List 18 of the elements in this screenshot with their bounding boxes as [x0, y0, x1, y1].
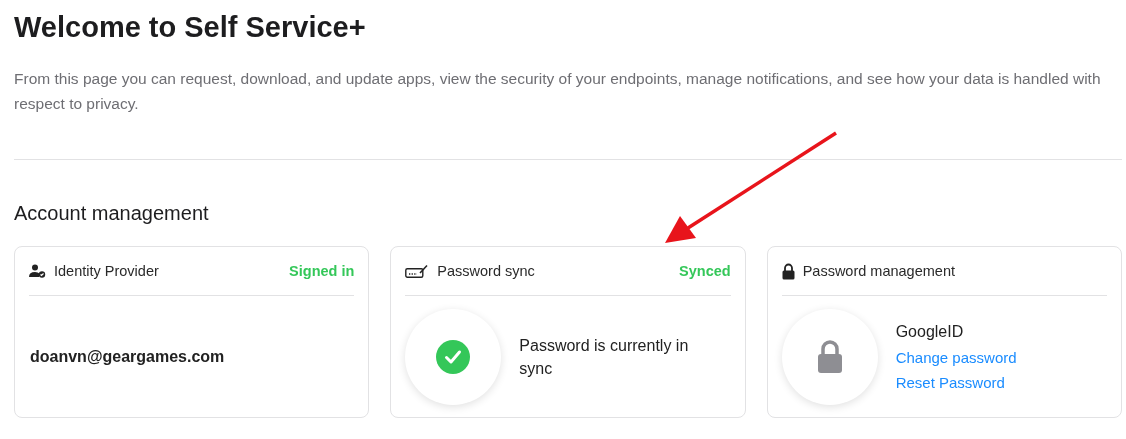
- sync-message: Password is currently in sync: [519, 335, 690, 379]
- page-title: Welcome to Self Service+: [14, 10, 367, 44]
- password-link[interactable]: Reset Password: [895, 373, 1017, 391]
- password-link[interactable]: Change password: [895, 348, 1017, 366]
- status-label: Synced: [679, 263, 731, 279]
- lock-icon: [816, 340, 843, 373]
- page-description: From this page you can request, download, and update apps, view the security of your endpoints, manage notifications, and see how your data is handled with respect to privacy.: [14, 69, 1102, 114]
- status-label: Signed in: [289, 263, 355, 279]
- provider-name: GoogleID: [895, 322, 965, 341]
- check-icon: [436, 339, 471, 374]
- account-email: doanvn@geargames.com: [29, 347, 225, 366]
- card-title: Password management: [802, 263, 955, 279]
- user-check-icon: [29, 264, 46, 278]
- card-title: Password sync: [437, 263, 535, 279]
- lock-icon: [781, 262, 795, 280]
- card-title: Identity Provider: [54, 263, 159, 279]
- keyboard-pen-icon: [405, 264, 430, 278]
- section-title: Account management: [14, 202, 210, 225]
